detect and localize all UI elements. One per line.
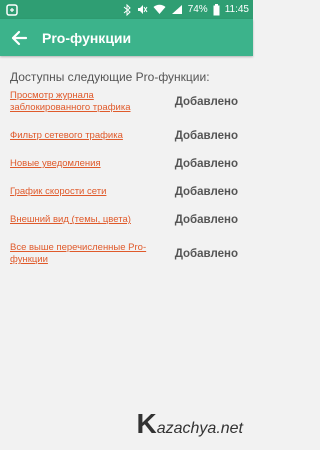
- feature-status: Добавлено: [174, 186, 238, 198]
- features-heading: Доступны следующие Pro-функции:: [10, 70, 210, 84]
- battery-icon: [213, 3, 220, 15]
- feature-link-speed-graph[interactable]: График скорости сети: [10, 186, 160, 198]
- feature-row: Внешний вид (темы, цвета) Добавлено: [10, 214, 243, 226]
- feature-row: Фильтр сетевого трафика Добавлено: [10, 130, 243, 142]
- signal-icon: [171, 5, 182, 14]
- feature-link-notifications[interactable]: Новые уведомления: [10, 158, 160, 170]
- feature-status: Добавлено: [174, 214, 238, 226]
- feature-link-appearance[interactable]: Внешний вид (темы, цвета): [10, 214, 160, 226]
- feature-link-traffic-filter[interactable]: Фильтр сетевого трафика: [10, 130, 160, 142]
- mute-icon: [137, 5, 148, 14]
- feature-link-all-pro[interactable]: Все выше перечисленные Pro-функции: [10, 242, 160, 266]
- bluetooth-icon: [123, 3, 131, 16]
- feature-status: Добавлено: [174, 248, 238, 260]
- watermark-k: K: [136, 408, 157, 439]
- back-arrow-icon[interactable]: [10, 29, 28, 47]
- battery-percent: 74%: [187, 4, 208, 15]
- app-bar: Pro-функции: [0, 19, 253, 56]
- wifi-icon: [153, 4, 166, 14]
- feature-row: Все выше перечисленные Pro-функции Добав…: [10, 242, 243, 266]
- feature-status: Добавлено: [174, 96, 238, 108]
- clock: 11:45: [224, 4, 249, 15]
- feature-status: Добавлено: [174, 130, 238, 142]
- watermark-text: azachya.net: [156, 420, 243, 437]
- page-title: Pro-функции: [42, 29, 132, 46]
- feature-status: Добавлено: [174, 158, 238, 170]
- feature-row: График скорости сети Добавлено: [10, 186, 243, 198]
- notification-icon: [6, 3, 18, 16]
- features-panel: Доступны следующие Pro-функции: Просмотр…: [0, 56, 253, 266]
- status-bar: 74% 11:45: [0, 0, 253, 19]
- watermark: Kazachya.net: [136, 408, 243, 440]
- feature-row: Новые уведомления Добавлено: [10, 158, 243, 170]
- feature-link-blocked-log[interactable]: Просмотр журнала заблокированного трафик…: [10, 90, 160, 114]
- feature-row: Просмотр журнала заблокированного трафик…: [10, 90, 243, 114]
